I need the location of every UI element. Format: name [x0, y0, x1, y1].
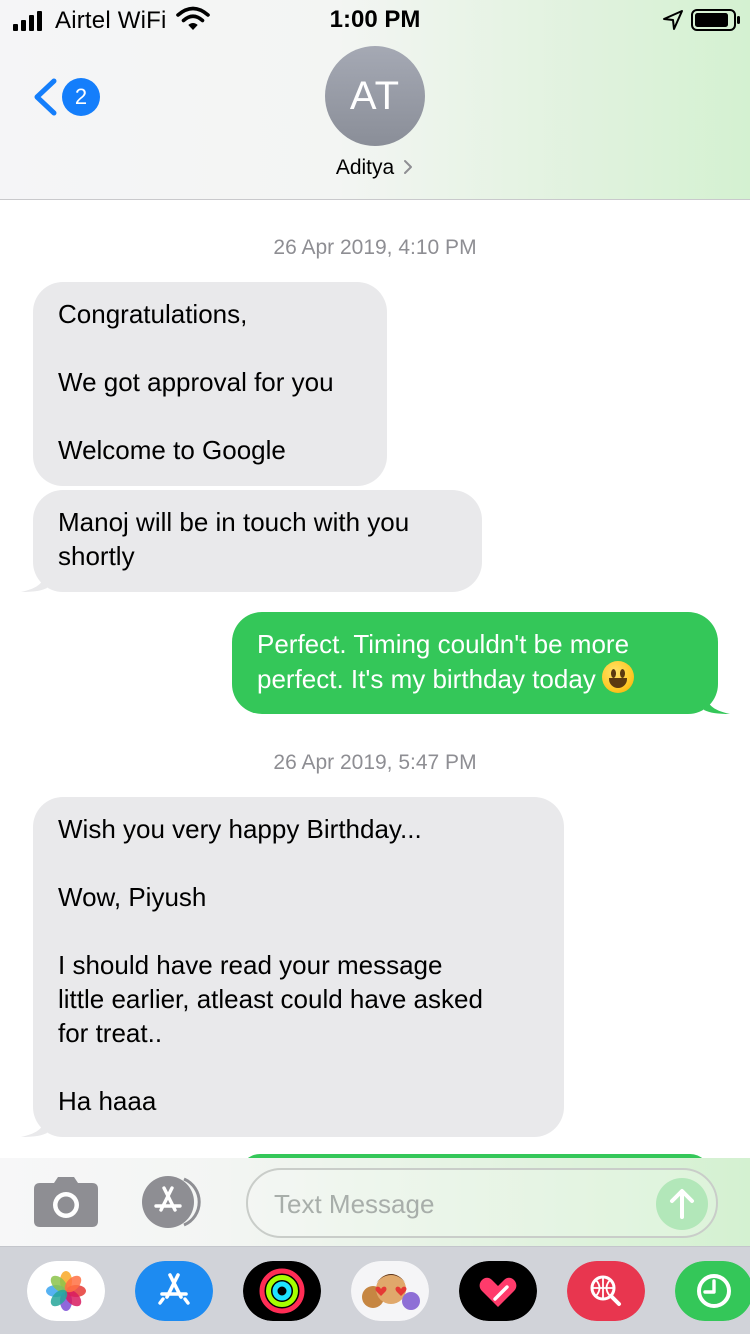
bubble-tail	[21, 1115, 47, 1137]
app-drawer	[0, 1246, 750, 1334]
message-input-field[interactable]	[246, 1168, 718, 1238]
unread-count-badge: 2	[62, 78, 100, 116]
message-text: We got approval for you	[58, 367, 334, 397]
message-text: Congratulations,	[58, 299, 248, 329]
contact-name: Aditya	[335, 156, 395, 179]
back-chevron-icon	[34, 78, 57, 116]
app-store-app-icon[interactable]	[135, 1261, 213, 1321]
message-timestamp: 26 Apr 2019, 5:47 PM	[273, 751, 477, 774]
received-message-bubble[interactable]: Congratulations, We got approval for you…	[33, 282, 387, 486]
message-text: perfect. It's my birthday today	[257, 664, 596, 694]
message-text: little earlier, atleast could have asked	[58, 984, 483, 1014]
message-timestamp: 26 Apr 2019, 4:10 PM	[273, 236, 477, 259]
message-text: Manoj will be in touch with you	[58, 507, 410, 537]
contact-avatar[interactable]: AT	[325, 46, 425, 146]
message-text: Perfect. Timing couldn't be more	[257, 629, 630, 659]
send-arrow-icon	[670, 1189, 694, 1219]
web-search-app-icon[interactable]	[567, 1261, 645, 1321]
app-store-icon[interactable]	[140, 1176, 212, 1228]
bubble-tail	[21, 570, 47, 592]
bubble-tail	[704, 692, 730, 714]
message-text: for treat..	[58, 1018, 163, 1048]
received-message-bubble[interactable]: Manoj will be in touch with you shortly	[21, 490, 482, 592]
received-message-bubble[interactable]: Wish you very happy Birthday... Wow, Piy…	[21, 797, 564, 1137]
recents-app-icon[interactable]	[675, 1261, 750, 1321]
contact-name-button[interactable]: Aditya	[0, 156, 750, 180]
send-button[interactable]	[656, 1178, 708, 1230]
message-input[interactable]	[274, 1187, 634, 1221]
location-icon	[663, 10, 683, 30]
contact-chevron-icon	[404, 160, 413, 174]
memoji-app-icon[interactable]	[351, 1261, 429, 1321]
camera-icon[interactable]	[34, 1177, 98, 1227]
message-text: Ha haaa	[58, 1086, 157, 1116]
message-text: I should have read your message	[58, 950, 443, 980]
activity-app-icon[interactable]	[243, 1261, 321, 1321]
digital-touch-app-icon[interactable]	[459, 1261, 537, 1321]
battery-icon	[691, 9, 740, 31]
photos-app-icon[interactable]	[27, 1261, 105, 1321]
message-text: shortly	[58, 541, 135, 571]
status-bar: Airtel WiFi 1:00 PM	[0, 0, 750, 40]
status-time: 1:00 PM	[329, 6, 421, 33]
message-text: Welcome to Google	[58, 435, 286, 465]
back-button[interactable]: 2	[30, 73, 102, 121]
grinning-face-emoji	[601, 661, 634, 693]
sent-message-bubble[interactable]: Perfect. Timing couldn't be more perfect…	[232, 612, 730, 714]
message-text: Wow, Piyush	[58, 882, 207, 912]
message-text: Wish you very happy Birthday...	[58, 814, 422, 844]
